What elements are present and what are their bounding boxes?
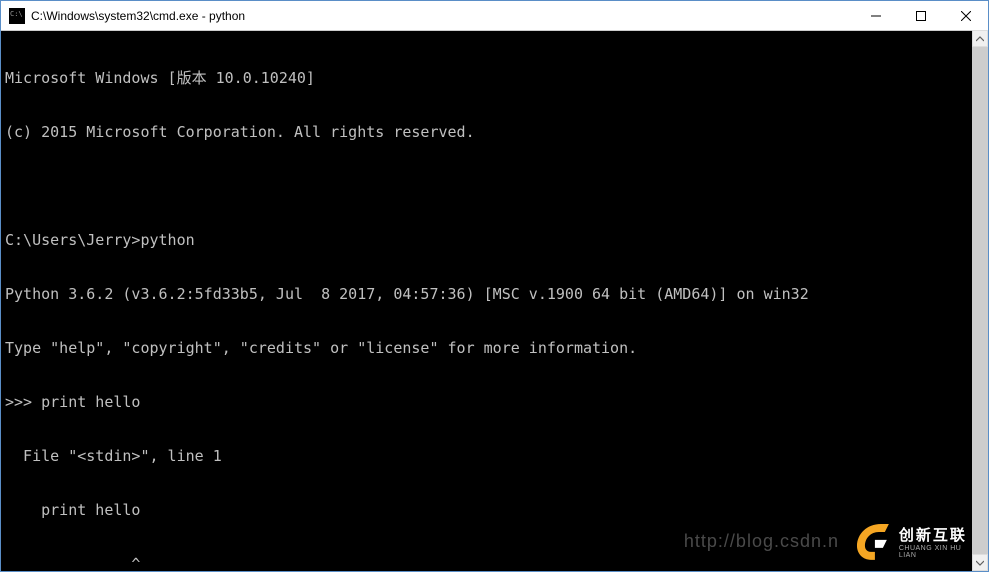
terminal-output[interactable]: Microsoft Windows [版本 10.0.10240] (c) 20… — [1, 31, 988, 571]
terminal-line: >>> print hello — [5, 393, 984, 411]
terminal-line: (c) 2015 Microsoft Corporation. All righ… — [5, 123, 984, 141]
chevron-up-icon — [976, 35, 984, 43]
titlebar[interactable]: C:\Windows\system32\cmd.exe - python — [1, 1, 988, 31]
scroll-down-button[interactable] — [972, 554, 988, 571]
terminal-line: Microsoft Windows [版本 10.0.10240] — [5, 69, 984, 87]
maximize-button[interactable] — [898, 1, 943, 30]
terminal-line: C:\Users\Jerry>python — [5, 231, 984, 249]
window-title: C:\Windows\system32\cmd.exe - python — [31, 9, 853, 23]
terminal-line: File "<stdin>", line 1 — [5, 447, 984, 465]
close-icon — [961, 11, 971, 21]
vertical-scrollbar[interactable] — [972, 30, 988, 571]
terminal-line: Type "help", "copyright", "credits" or "… — [5, 339, 984, 357]
terminal-line — [5, 177, 984, 195]
scroll-track[interactable] — [972, 47, 988, 554]
minimize-button[interactable] — [853, 1, 898, 30]
terminal-line: print hello — [5, 501, 984, 519]
terminal-line: ^ — [5, 555, 984, 571]
window-controls — [853, 1, 988, 30]
cmd-window: C:\Windows\system32\cmd.exe - python Mic… — [0, 0, 989, 572]
scroll-up-button[interactable] — [972, 30, 988, 47]
chevron-down-icon — [976, 559, 984, 567]
maximize-icon — [916, 11, 926, 21]
close-button[interactable] — [943, 1, 988, 30]
minimize-icon — [871, 11, 881, 21]
app-icon — [9, 8, 25, 24]
scroll-thumb[interactable] — [972, 47, 988, 554]
terminal-line: Python 3.6.2 (v3.6.2:5fd33b5, Jul 8 2017… — [5, 285, 984, 303]
